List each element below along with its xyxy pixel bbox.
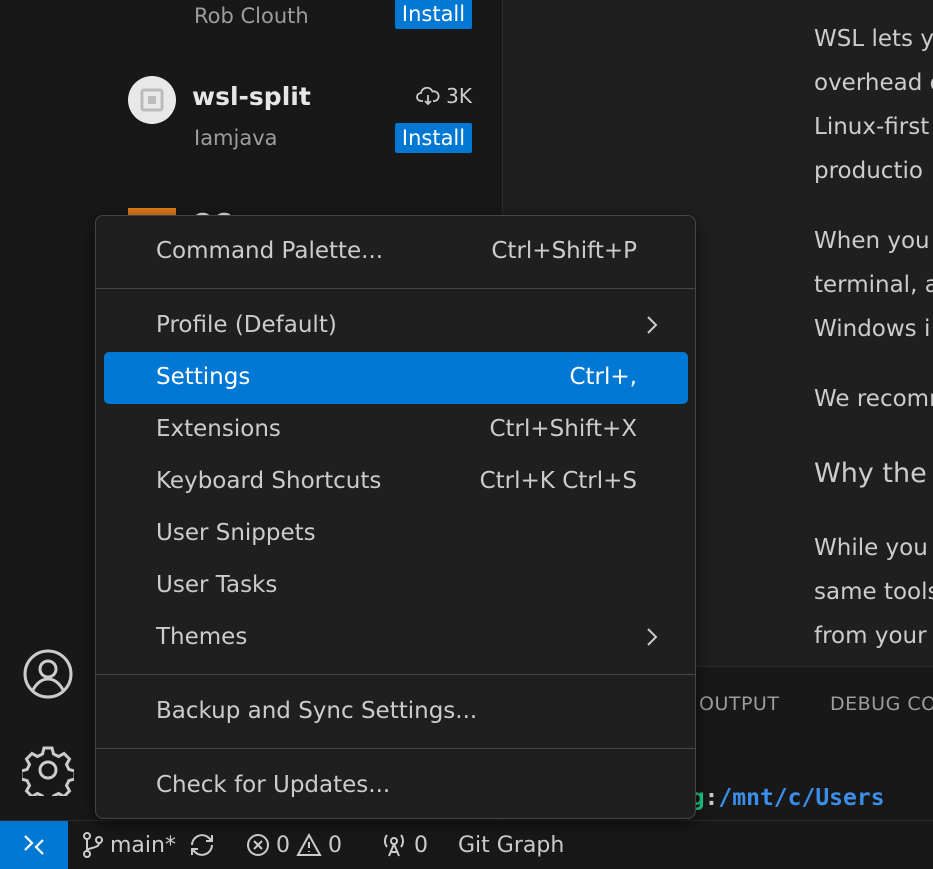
chevron-right-icon bbox=[647, 316, 658, 334]
remote-icon bbox=[24, 835, 44, 855]
ports-status[interactable]: 0 bbox=[380, 821, 428, 869]
menu-item-keyboard-shortcuts[interactable]: Keyboard Shortcuts Ctrl+K Ctrl+S bbox=[104, 456, 688, 508]
menu-item-themes[interactable]: Themes bbox=[104, 612, 688, 664]
menu-item-settings[interactable]: Settings Ctrl+, bbox=[104, 352, 688, 404]
status-bar: main* 0 0 0 Git Graph bbox=[0, 820, 933, 869]
editor-line: same tools bbox=[814, 579, 933, 605]
menu-item-label: Settings bbox=[156, 364, 251, 390]
ports-count: 0 bbox=[414, 832, 428, 858]
menu-item-shortcut: Ctrl+Shift+P bbox=[491, 238, 637, 264]
menu-separator bbox=[96, 674, 695, 675]
menu-item-label: User Tasks bbox=[156, 572, 278, 598]
terminal-path: /mnt/c/Users bbox=[718, 785, 885, 811]
editor-line: While you bbox=[814, 535, 928, 561]
menu-item-label: Themes bbox=[156, 624, 248, 650]
extension-publisher: Rob Clouth bbox=[194, 4, 309, 28]
branch-name: main* bbox=[110, 832, 176, 858]
install-button[interactable]: Install bbox=[395, 0, 472, 29]
menu-item-label: User Snippets bbox=[156, 520, 316, 546]
menu-item-label: Keyboard Shortcuts bbox=[156, 468, 382, 494]
editor-line: We recomm bbox=[814, 386, 933, 412]
terminal-separator: : bbox=[704, 785, 719, 811]
tab-debug-console[interactable]: DEBUG CO bbox=[830, 693, 933, 715]
error-count: 0 bbox=[276, 832, 290, 858]
editor-line: terminal, a bbox=[814, 272, 933, 298]
menu-item-shortcut: Ctrl+, bbox=[569, 364, 637, 390]
account-icon[interactable] bbox=[22, 648, 74, 700]
gear-icon[interactable] bbox=[19, 744, 77, 804]
menu-item-shortcut: Ctrl+K Ctrl+S bbox=[479, 468, 637, 494]
tab-output[interactable]: OUTPUT bbox=[699, 693, 779, 715]
extension-item[interactable]: Rob Clouth Install bbox=[96, 0, 502, 66]
menu-item-label: Backup and Sync Settings... bbox=[156, 698, 478, 724]
terminal-prompt: ung:/mnt/c/Users bbox=[663, 785, 885, 811]
editor-heading: Why the bbox=[814, 458, 927, 489]
menu-item-label: Check for Updates... bbox=[156, 772, 391, 798]
branch-status[interactable]: main* bbox=[82, 821, 176, 869]
extension-downloads: 3K bbox=[416, 84, 472, 108]
broadcast-icon bbox=[384, 834, 404, 857]
sync-status[interactable] bbox=[188, 821, 216, 869]
extension-logo bbox=[128, 76, 176, 124]
cloud-download-icon bbox=[416, 86, 440, 106]
menu-item-label: Profile (Default) bbox=[156, 312, 337, 338]
menu-item-user-snippets[interactable]: User Snippets bbox=[104, 508, 688, 560]
menu-separator bbox=[96, 288, 695, 289]
manage-menu: Command Palette... Ctrl+Shift+P Profile … bbox=[95, 215, 696, 819]
extension-name: wsl-split bbox=[192, 82, 311, 111]
warning-count: 0 bbox=[328, 832, 342, 858]
menu-item-command-palette[interactable]: Command Palette... Ctrl+Shift+P bbox=[104, 226, 688, 278]
problems-status[interactable]: 0 0 bbox=[246, 821, 342, 869]
remote-indicator[interactable] bbox=[0, 821, 68, 869]
menu-item-label: Extensions bbox=[156, 416, 281, 442]
editor-line: productio bbox=[814, 158, 923, 184]
menu-item-profile[interactable]: Profile (Default) bbox=[104, 300, 688, 352]
activity-bar bbox=[0, 0, 97, 820]
editor-line: from your bbox=[814, 623, 927, 649]
editor-line: Linux-first bbox=[814, 114, 930, 140]
sync-icon bbox=[191, 834, 213, 856]
menu-item-shortcut: Ctrl+Shift+X bbox=[489, 416, 637, 442]
editor-line: Windows i bbox=[814, 316, 931, 342]
editor-line: WSL lets y bbox=[814, 26, 933, 52]
install-button[interactable]: Install bbox=[395, 123, 472, 153]
extension-item[interactable]: wsl-split 3K Iamjava Install bbox=[96, 64, 502, 188]
editor-line: overhead o bbox=[814, 70, 933, 96]
menu-item-check-updates[interactable]: Check for Updates... bbox=[104, 760, 688, 812]
warning-icon bbox=[296, 833, 322, 856]
git-graph-label: Git Graph bbox=[458, 832, 565, 858]
branch-icon bbox=[83, 832, 103, 858]
error-icon bbox=[247, 834, 269, 856]
download-count: 3K bbox=[446, 84, 472, 108]
editor-line: When you bbox=[814, 228, 930, 254]
menu-item-label: Command Palette... bbox=[156, 238, 384, 264]
menu-separator bbox=[96, 748, 695, 749]
menu-item-backup-sync[interactable]: Backup and Sync Settings... bbox=[104, 686, 688, 738]
menu-item-user-tasks[interactable]: User Tasks bbox=[104, 560, 688, 612]
menu-item-extensions[interactable]: Extensions Ctrl+Shift+X bbox=[104, 404, 688, 456]
chevron-right-icon bbox=[647, 628, 658, 646]
git-graph-button[interactable]: Git Graph bbox=[458, 821, 564, 869]
extension-publisher: Iamjava bbox=[194, 126, 278, 150]
